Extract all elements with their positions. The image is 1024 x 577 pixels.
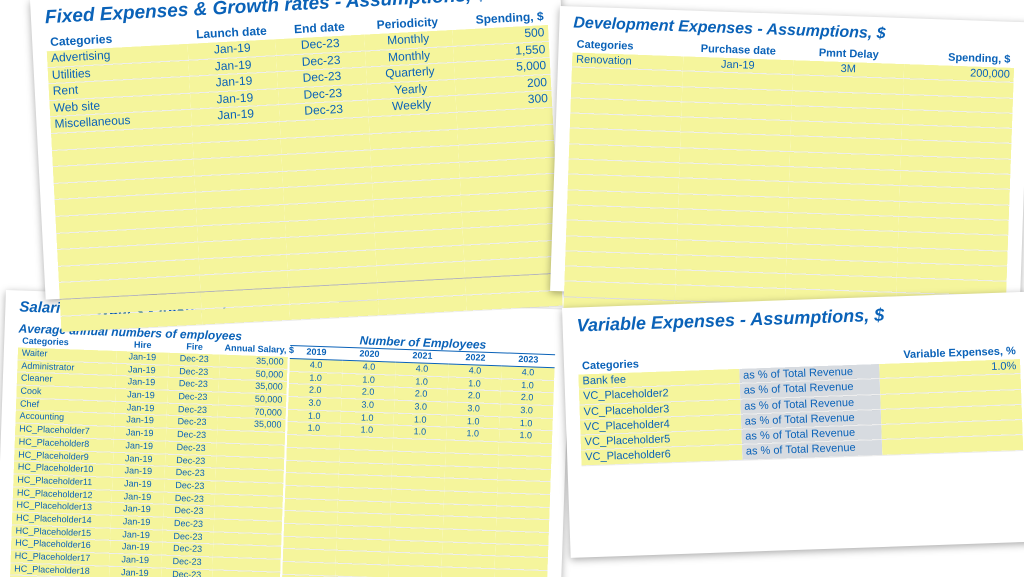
salaries-panel: Salaries & Wages - Assumptions, $ Averag… [0,290,571,577]
development-panel: Development Expenses - Assumptions, $ Ca… [550,6,1024,307]
salaries-table-right: 201920202021202220234.04.04.04.04.01.01.… [281,346,555,577]
fixed-expenses-table: CategoriesLaunch dateEnd datePeriodicity… [46,9,563,333]
variable-title: Variable Expenses - Assumptions, $ [576,300,1018,336]
fixed-expenses-panel: Fixed Expenses & Growth rates - Assumpti… [30,0,575,300]
salaries-table-left: CategoriesHireFireAnnual Salary, $Waiter… [9,335,288,577]
variable-table: CategoriesVariable Expenses, %Bank feeas… [578,345,1023,466]
variable-panel: Variable Expenses - Assumptions, $ Categ… [562,292,1024,558]
